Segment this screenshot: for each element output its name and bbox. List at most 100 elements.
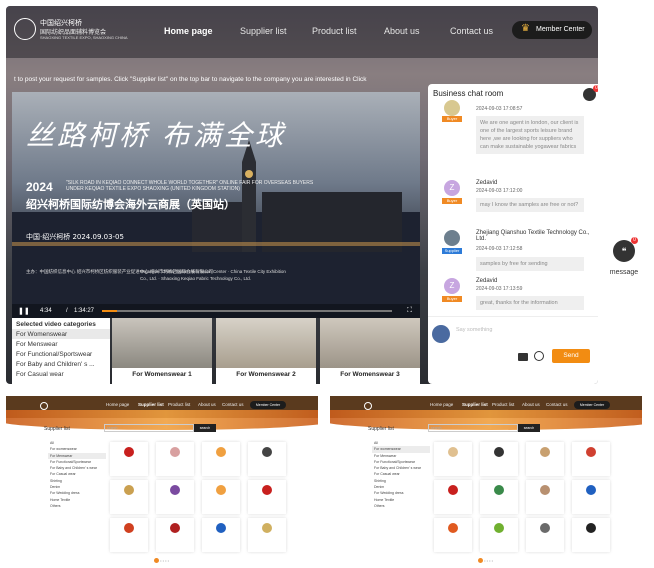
user-avatar bbox=[432, 325, 450, 343]
nav-contact-us[interactable]: Contact us bbox=[546, 402, 568, 407]
supplier-card[interactable] bbox=[248, 480, 286, 514]
supplier-logo bbox=[586, 485, 596, 495]
member-center-button[interactable]: Member Center bbox=[574, 401, 610, 409]
nav-supplier-list[interactable]: Supplier list bbox=[462, 402, 488, 407]
supplier-card[interactable] bbox=[202, 480, 240, 514]
member-center-button[interactable]: ♛ Member Center bbox=[512, 21, 592, 39]
message-time: 2024-09-03 17:13:59 bbox=[476, 286, 523, 292]
thumb-image bbox=[112, 318, 212, 368]
supplier-card[interactable] bbox=[480, 442, 518, 476]
expo-logo-icon[interactable] bbox=[40, 402, 48, 410]
video-player[interactable]: 丝路柯桥 布满全球 2024 "SILK ROAD IN KEQIAO CONN… bbox=[12, 92, 420, 318]
nav-about-us[interactable]: About us bbox=[384, 26, 420, 36]
time-current: 4:34 bbox=[40, 308, 52, 314]
member-center-button[interactable]: Member Center bbox=[250, 401, 286, 409]
nav-contact-us[interactable]: Contact us bbox=[222, 402, 244, 407]
video-thumb[interactable]: For Womenswear 3 bbox=[320, 318, 420, 384]
supplier-card[interactable] bbox=[526, 480, 564, 514]
pause-icon[interactable]: ❚❚ bbox=[18, 307, 30, 315]
supplier-category-list: All For womenswear For Menswear For Func… bbox=[48, 440, 106, 509]
category-item[interactable]: Others bbox=[372, 503, 430, 509]
search-input[interactable]: search bbox=[428, 424, 518, 432]
supplier-card[interactable] bbox=[156, 518, 194, 552]
nav-about-us[interactable]: About us bbox=[198, 402, 216, 407]
progress-fill bbox=[102, 310, 117, 312]
category-item[interactable]: For Functional/Sportswear bbox=[12, 349, 110, 359]
supplier-card-grid bbox=[110, 442, 290, 554]
search-input[interactable]: search bbox=[104, 424, 194, 432]
nav-about-us[interactable]: About us bbox=[522, 402, 540, 407]
supplier-card[interactable] bbox=[572, 518, 610, 552]
role-badge: Buyer bbox=[442, 296, 462, 302]
supplier-card[interactable] bbox=[248, 518, 286, 552]
supplier-card[interactable] bbox=[202, 442, 240, 476]
role-badge: Buyer bbox=[442, 198, 462, 204]
emoji-icon[interactable] bbox=[534, 351, 544, 361]
supplier-card[interactable] bbox=[156, 442, 194, 476]
supplier-card[interactable] bbox=[434, 518, 472, 552]
supplier-card[interactable] bbox=[526, 442, 564, 476]
search-button[interactable]: search bbox=[518, 424, 540, 432]
video-calligraphy: 丝路柯桥 布满全球 bbox=[26, 119, 286, 152]
supplier-card[interactable] bbox=[110, 480, 148, 514]
supplier-list-title: Supplier list bbox=[44, 426, 70, 432]
supplier-card[interactable] bbox=[572, 442, 610, 476]
search-button[interactable]: search bbox=[194, 424, 216, 432]
send-button[interactable]: Send bbox=[552, 349, 590, 363]
nav-product-list[interactable]: Product list bbox=[168, 402, 190, 407]
nav-home[interactable]: Home page bbox=[164, 26, 213, 36]
supplier-card[interactable] bbox=[572, 480, 610, 514]
floating-message-button[interactable]: ❝ 0 message bbox=[606, 237, 642, 286]
supplier-list-panel: Home page Supplier list Product list Abo… bbox=[6, 396, 318, 566]
avatar bbox=[444, 100, 460, 116]
supplier-card[interactable] bbox=[248, 442, 286, 476]
video-thumb[interactable]: For Womenswear 1 bbox=[112, 318, 212, 384]
message-label: message bbox=[609, 269, 639, 276]
supplier-logo bbox=[216, 523, 226, 533]
supplier-card[interactable] bbox=[202, 518, 240, 552]
nav-supplier-list[interactable]: Supplier list bbox=[240, 26, 287, 36]
message-body: We are one agent in london, our client i… bbox=[476, 116, 584, 154]
message-time: 2024-09-03 17:12:58 bbox=[476, 246, 523, 252]
nav-supplier-list[interactable]: Supplier list bbox=[138, 402, 164, 407]
pagination[interactable]: • • • • bbox=[154, 558, 169, 564]
progress-bar[interactable] bbox=[102, 310, 392, 312]
category-item[interactable]: For Menswear bbox=[12, 339, 110, 349]
supplier-list-title: Supplier list bbox=[368, 426, 394, 432]
category-item[interactable]: For Womenswear bbox=[12, 329, 110, 339]
supplier-card[interactable] bbox=[480, 518, 518, 552]
nav-product-list[interactable]: Product list bbox=[492, 402, 514, 407]
supplier-card-grid bbox=[434, 442, 614, 554]
role-badge: Supplier bbox=[442, 248, 462, 254]
pagination[interactable]: • • • • bbox=[478, 558, 493, 564]
nav-home[interactable]: Home page bbox=[430, 402, 453, 407]
nav-home[interactable]: Home page bbox=[106, 402, 129, 407]
supplier-card[interactable] bbox=[156, 480, 194, 514]
supplier-logo bbox=[494, 447, 504, 457]
thumb-image bbox=[216, 318, 316, 368]
supplier-card[interactable] bbox=[434, 480, 472, 514]
supplier-logo bbox=[586, 523, 596, 533]
fullscreen-icon[interactable]: ⛶ bbox=[407, 307, 412, 315]
supplier-logo bbox=[262, 485, 272, 495]
supplier-card[interactable] bbox=[110, 518, 148, 552]
expo-logo-icon[interactable] bbox=[14, 18, 36, 40]
expo-logo-icon[interactable] bbox=[364, 402, 372, 410]
chat-title: Business chat room bbox=[433, 89, 504, 98]
nav-product-list[interactable]: Product list bbox=[312, 26, 357, 36]
supplier-card[interactable] bbox=[434, 442, 472, 476]
folder-icon[interactable] bbox=[518, 353, 528, 361]
supplier-logo bbox=[262, 523, 272, 533]
category-item[interactable]: For Casual wear bbox=[12, 369, 110, 379]
category-item[interactable]: For Baby and Children' s ... bbox=[12, 359, 110, 369]
chat-input[interactable]: Say something bbox=[456, 327, 492, 333]
nav-contact-us[interactable]: Contact us bbox=[450, 26, 493, 36]
video-thumb[interactable]: For Womenswear 2 bbox=[216, 318, 316, 384]
supplier-card[interactable] bbox=[526, 518, 564, 552]
supplier-card[interactable] bbox=[480, 480, 518, 514]
crown-icon: ♛ bbox=[521, 23, 530, 34]
supplier-logo bbox=[216, 485, 226, 495]
message-time: 2024-09-03 17:08:57 bbox=[476, 106, 523, 112]
supplier-card[interactable] bbox=[110, 442, 148, 476]
category-item[interactable]: Others bbox=[48, 503, 106, 509]
